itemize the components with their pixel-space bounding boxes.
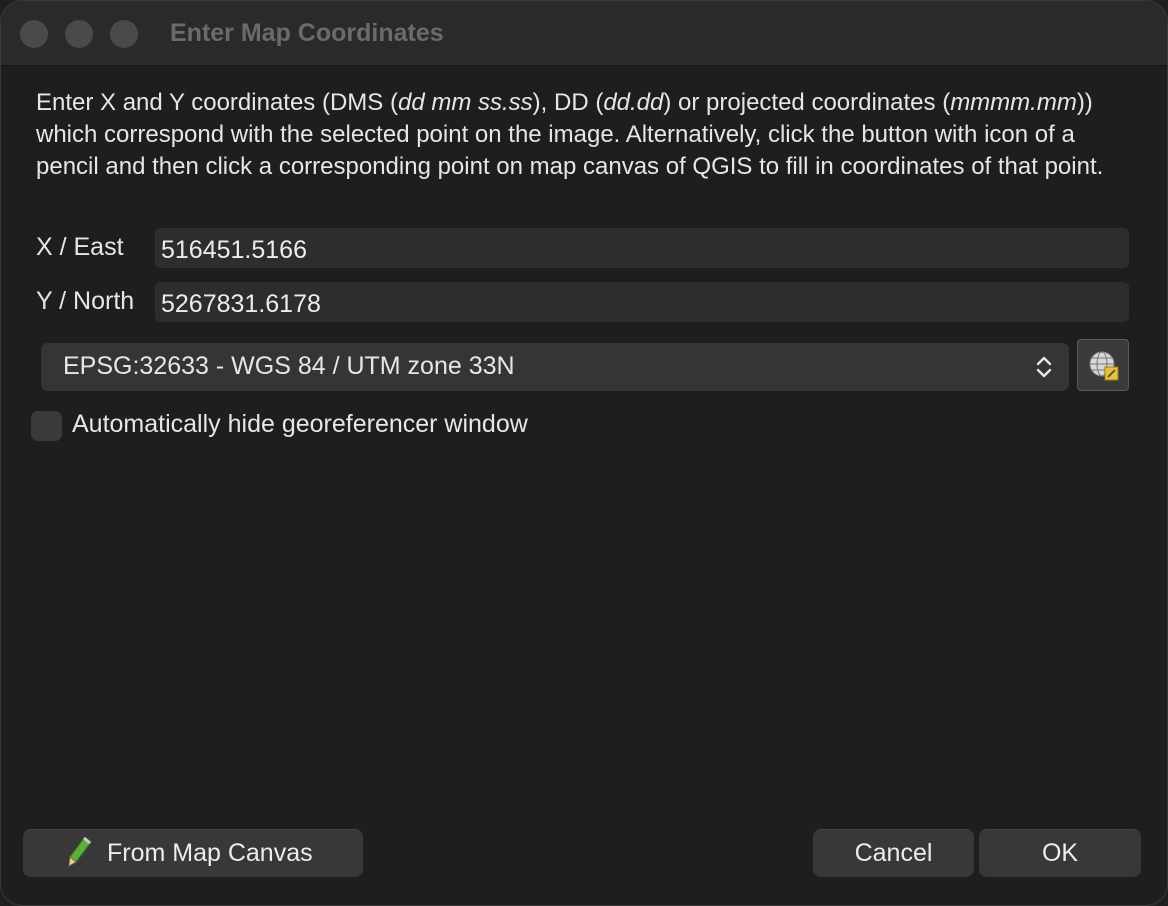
- pencil-icon: [68, 836, 92, 867]
- select-crs-button[interactable]: [1077, 339, 1129, 391]
- enter-map-coordinates-dialog: Enter Map Coordinates Enter X and Y coor…: [0, 0, 1168, 906]
- y-north-input[interactable]: 5267831.6178: [155, 282, 1129, 322]
- dms-format: dd mm ss.ss: [397, 89, 533, 116]
- auto-hide-checkbox[interactable]: [31, 411, 62, 441]
- from-map-canvas-label: From Map Canvas: [107, 839, 313, 867]
- projected-format: mmmm.mm: [950, 89, 1077, 116]
- auto-hide-label[interactable]: Automatically hide georeferencer window: [72, 410, 528, 439]
- x-east-input[interactable]: 516451.5166: [155, 228, 1129, 268]
- minimize-window-button[interactable]: [65, 20, 93, 48]
- crs-select[interactable]: EPSG:32633 - WGS 84 / UTM zone 33N: [41, 343, 1069, 391]
- title-bar: Enter Map Coordinates: [1, 1, 1167, 66]
- x-east-label: X / East: [36, 233, 124, 261]
- crs-globe-icon: [1089, 351, 1119, 381]
- cancel-button[interactable]: Cancel: [813, 829, 974, 877]
- instructions-part-2: ), DD (: [532, 89, 604, 116]
- crs-selected-value: EPSG:32633 - WGS 84 / UTM zone 33N: [63, 352, 515, 380]
- instructions-part-1: Enter X and Y coordinates (DMS (: [36, 89, 398, 116]
- instructions-text: Enter X and Y coordinates (DMS (dd mm ss…: [36, 87, 1136, 183]
- ok-button[interactable]: OK: [979, 829, 1141, 877]
- close-window-button[interactable]: [20, 20, 48, 48]
- zoom-window-button[interactable]: [110, 20, 138, 48]
- window-title: Enter Map Coordinates: [170, 19, 444, 47]
- chevron-up-down-icon: [1036, 356, 1052, 378]
- instructions-part-3: ) or projected coordinates (: [663, 89, 951, 116]
- dd-format: dd.dd: [603, 89, 664, 116]
- y-north-label: Y / North: [36, 287, 135, 315]
